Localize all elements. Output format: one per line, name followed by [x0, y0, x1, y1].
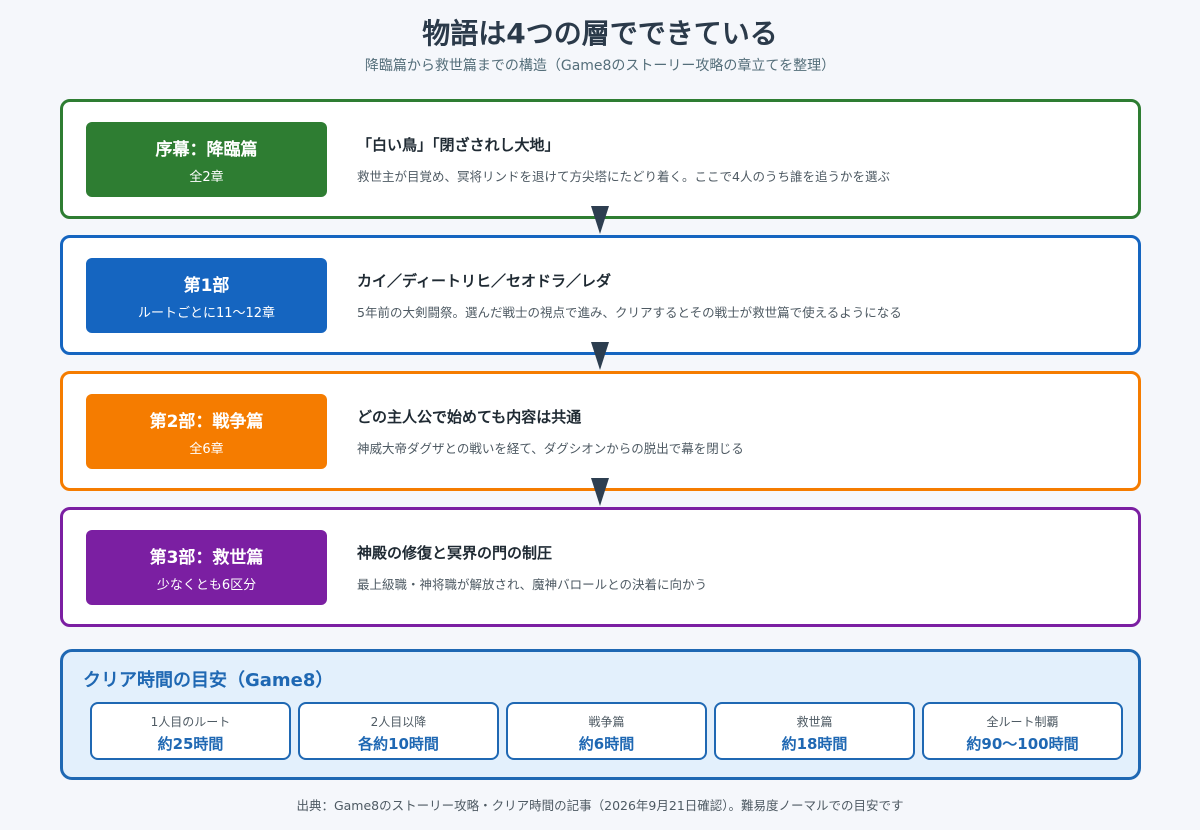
layer-heading: 「白い鳥」「閉ざされし大地」	[357, 136, 560, 154]
layer-heading: カイ／ディートリヒ／セオドラ／レダ	[357, 272, 611, 290]
time-value: 約6時間	[578, 735, 635, 753]
time-label: 1人目のルート	[150, 715, 231, 729]
time-label: 戦争篇	[588, 715, 625, 729]
layer-badge: 第3部：救世篇 少なくとも6区分	[86, 530, 327, 605]
layer-badge: 第1部 ルートごとに11〜12章	[86, 258, 327, 333]
layer-badge-name: 序幕：降臨篇	[155, 139, 258, 160]
layer-description: 5年前の大剣闘祭。選んだ戦士の視点で進み、クリアするとその戦士が救世篇で使えるよ…	[357, 305, 902, 320]
layer-card-part3: 第3部：救世篇 少なくとも6区分 神殿の修復と冥界の門の制圧 最上級職・神将職が…	[60, 507, 1141, 627]
time-box-later-routes: 2人目以降 各約10時間	[298, 702, 499, 760]
layer-badge: 第2部：戦争篇 全6章	[86, 394, 327, 469]
layer-card-part2: 第2部：戦争篇 全6章 どの主人公で始めても内容は共通 神威大帝ダグザとの戦いを…	[60, 371, 1141, 491]
layer-badge-count: 全2章	[189, 169, 224, 185]
layer-card-prologue: 序幕：降臨篇 全2章 「白い鳥」「閉ざされし大地」 救世主が目覚め、冥将リンドを…	[60, 99, 1141, 219]
layer-description: 最上級職・神将職が解放され、魔神バロールとの決着に向かう	[357, 577, 708, 592]
layer-card-part1: 第1部 ルートごとに11〜12章 カイ／ディートリヒ／セオドラ／レダ 5年前の大…	[60, 235, 1141, 355]
layer-badge-count: ルートごとに11〜12章	[137, 305, 276, 321]
down-arrow-icon	[591, 478, 609, 506]
layer-badge: 序幕：降臨篇 全2章	[86, 122, 327, 197]
clear-time-title: クリア時間の目安（Game8）	[83, 670, 334, 691]
layer-description: 救世主が目覚め、冥将リンドを退けて方尖塔にたどり着く。ここで4人のうち誰を追うか…	[357, 169, 890, 184]
clear-time-panel: クリア時間の目安（Game8） 1人目のルート 約25時間 2人目以降 各約10…	[60, 649, 1141, 780]
time-box-salvation-arc: 救世篇 約18時間	[714, 702, 915, 760]
down-arrow-icon	[591, 206, 609, 234]
layer-description: 神威大帝ダグザとの戦いを経て、ダグシオンからの脱出で幕を閉じる	[357, 441, 744, 456]
layer-heading: 神殿の修復と冥界の門の制圧	[357, 544, 553, 562]
time-value: 約18時間	[781, 735, 848, 753]
layer-badge-count: 全6章	[189, 441, 224, 457]
layer-badge-name: 第3部：救世篇	[149, 547, 264, 568]
time-value: 約90〜100時間	[966, 735, 1079, 753]
time-value: 各約10時間	[358, 735, 439, 753]
time-box-first-route: 1人目のルート 約25時間	[90, 702, 291, 760]
layer-heading: どの主人公で始めても内容は共通	[357, 408, 582, 426]
source-note: 出典：Game8のストーリー攻略・クリア時間の記事（2026年9月21日確認）。…	[296, 798, 904, 813]
time-label: 全ルート制覇	[986, 715, 1059, 729]
page-title: 物語は4つの層でできている	[422, 17, 778, 50]
time-label: 救世篇	[796, 715, 833, 729]
layer-badge-name: 第1部	[183, 275, 230, 296]
time-box-war-arc: 戦争篇 約6時間	[506, 702, 707, 760]
layer-badge-name: 第2部：戦争篇	[149, 411, 264, 432]
time-label: 2人目以降	[370, 715, 427, 729]
layer-badge-count: 少なくとも6区分	[156, 577, 257, 593]
time-value: 約25時間	[157, 735, 224, 753]
time-box-all-routes: 全ルート制覇 約90〜100時間	[922, 702, 1123, 760]
page-subtitle: 降臨篇から救世篇までの構造（Game8のストーリー攻略の章立てを整理）	[364, 58, 836, 74]
down-arrow-icon	[591, 342, 609, 370]
